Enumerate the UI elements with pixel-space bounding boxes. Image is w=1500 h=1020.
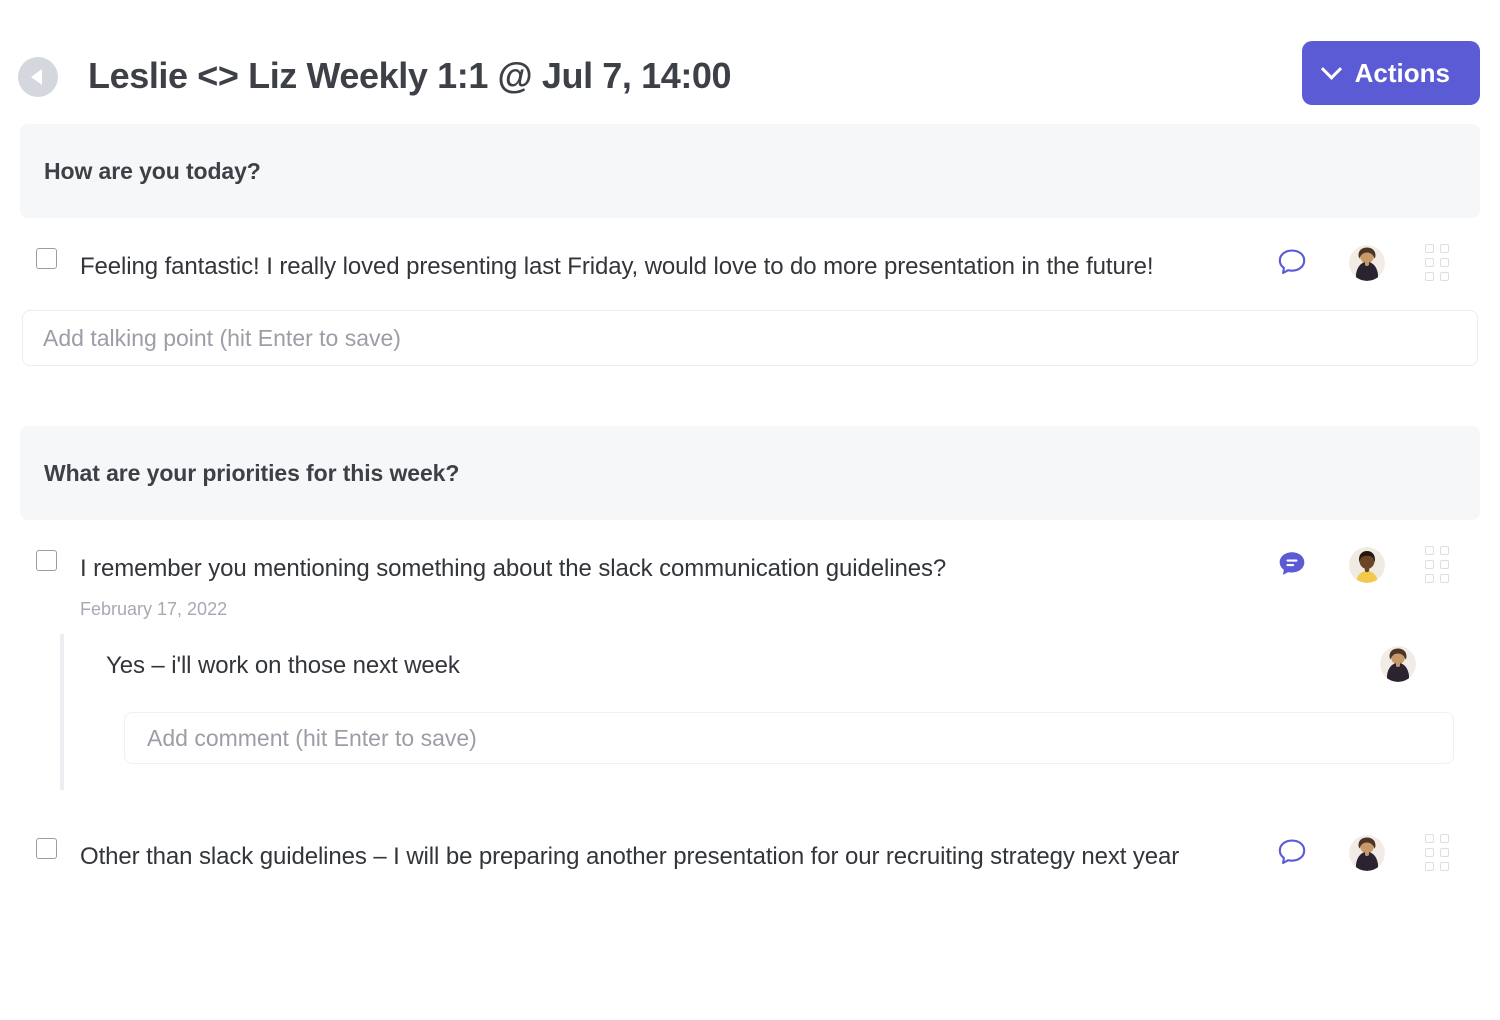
talking-point-checkbox[interactable]	[36, 838, 57, 859]
talking-point-body: I remember you mentioning something abou…	[80, 546, 1275, 626]
talking-point-row: Feeling fantastic! I really loved presen…	[20, 218, 1480, 310]
add-comment-input[interactable]	[124, 712, 1454, 764]
talking-point-tools	[1275, 834, 1457, 871]
back-button[interactable]	[18, 57, 58, 97]
add-talking-point-wrap	[20, 310, 1480, 366]
section-header-how-are-you: How are you today?	[20, 124, 1480, 218]
comment-filled-icon[interactable]	[1275, 548, 1309, 582]
section-heading-label: How are you today?	[44, 157, 261, 184]
thread-gap	[20, 790, 1480, 808]
drag-handle-icon[interactable]	[1425, 546, 1449, 583]
section-header-priorities: What are your priorities for this week?	[20, 426, 1480, 520]
talking-point-tools	[1275, 244, 1457, 281]
meeting-detail-page: Leslie <> Liz Weekly 1:1 @ Jul 7, 14:00 …	[0, 0, 1500, 1020]
chevron-down-icon	[1320, 58, 1342, 80]
talking-point-body: Other than slack guidelines – I will be …	[80, 834, 1275, 880]
avatar[interactable]	[1380, 646, 1416, 682]
comment-thread: Yes – i'll work on those next week	[60, 634, 1480, 790]
comment-outline-icon[interactable]	[1275, 836, 1309, 870]
talking-point-text: I remember you mentioning something abou…	[80, 555, 947, 582]
comment-item: Yes – i'll work on those next week	[64, 634, 1480, 698]
talking-point-text: Feeling fantastic! I really loved presen…	[80, 253, 1154, 280]
actions-button-label: Actions	[1354, 57, 1450, 88]
avatar[interactable]	[1349, 834, 1385, 871]
talking-point-body: Feeling fantastic! I really loved presen…	[80, 244, 1275, 290]
talking-point-row: Other than slack guidelines – I will be …	[20, 808, 1480, 900]
talking-point-checkbox[interactable]	[36, 248, 57, 269]
talking-point-date: February 17, 2022	[80, 599, 228, 619]
page-title: Leslie <> Liz Weekly 1:1 @ Jul 7, 14:00	[88, 55, 732, 96]
comment-outline-icon[interactable]	[1275, 246, 1309, 280]
page-header: Leslie <> Liz Weekly 1:1 @ Jul 7, 14:00 …	[0, 0, 1500, 124]
talking-point-text: Other than slack guidelines – I will be …	[80, 843, 1180, 870]
add-comment-wrap	[64, 698, 1480, 790]
actions-button[interactable]: Actions	[1301, 41, 1480, 105]
avatar[interactable]	[1349, 546, 1385, 583]
meeting-content: How are you today? Feeling fantastic! I …	[0, 124, 1500, 900]
talking-point-checkbox[interactable]	[36, 550, 57, 571]
drag-handle-icon[interactable]	[1425, 244, 1449, 281]
comment-text: Yes – i'll work on those next week	[106, 652, 460, 679]
back-arrow-icon	[31, 69, 42, 85]
drag-handle-icon[interactable]	[1425, 834, 1449, 871]
section-heading-label: What are your priorities for this week?	[44, 459, 460, 486]
talking-point-tools	[1275, 546, 1457, 583]
talking-point-row: I remember you mentioning something abou…	[20, 520, 1480, 634]
avatar[interactable]	[1349, 244, 1385, 281]
add-talking-point-input[interactable]	[22, 310, 1478, 366]
